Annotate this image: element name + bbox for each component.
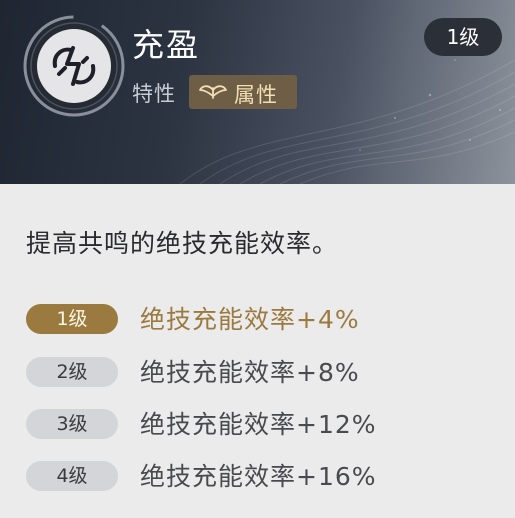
level-row-2: 2级 绝技充能效率+8% bbox=[26, 351, 506, 391]
level-effect: 绝技充能效率+4% bbox=[140, 305, 360, 334]
level-pill: 3级 bbox=[26, 409, 118, 439]
wings-icon bbox=[199, 85, 227, 99]
level-pill: 2级 bbox=[26, 357, 118, 387]
lightning-swirl-icon bbox=[52, 46, 96, 86]
skill-description: 提高共鸣的绝技充能效率。 bbox=[26, 229, 339, 258]
level-row-4: 4级 绝技充能效率+16% bbox=[26, 455, 506, 495]
current-level-badge: 1级 bbox=[424, 18, 502, 56]
trait-badge: 属性 bbox=[189, 75, 297, 109]
level-effect: 绝技充能效率+16% bbox=[140, 462, 377, 491]
level-row-3: 3级 绝技充能效率+12% bbox=[26, 403, 506, 443]
trait-badge-label: 属性 bbox=[234, 83, 278, 107]
skill-header: 充盈 特性 属性 1级 bbox=[0, 0, 515, 184]
level-effect: 绝技充能效率+8% bbox=[140, 358, 360, 387]
skill-card: 充盈 特性 属性 1级 提高共鸣的绝技充能效率。 1级 绝技充能效率+4% 2级… bbox=[0, 0, 515, 518]
level-row-1: 1级 绝技充能效率+4% bbox=[26, 298, 506, 338]
level-effect: 绝技充能效率+12% bbox=[140, 410, 377, 439]
level-pill: 4级 bbox=[26, 461, 118, 491]
level-pill: 1级 bbox=[26, 304, 118, 334]
skill-emblem bbox=[22, 14, 126, 118]
skill-title: 充盈 bbox=[132, 26, 201, 64]
trait-label: 特性 bbox=[132, 82, 176, 106]
